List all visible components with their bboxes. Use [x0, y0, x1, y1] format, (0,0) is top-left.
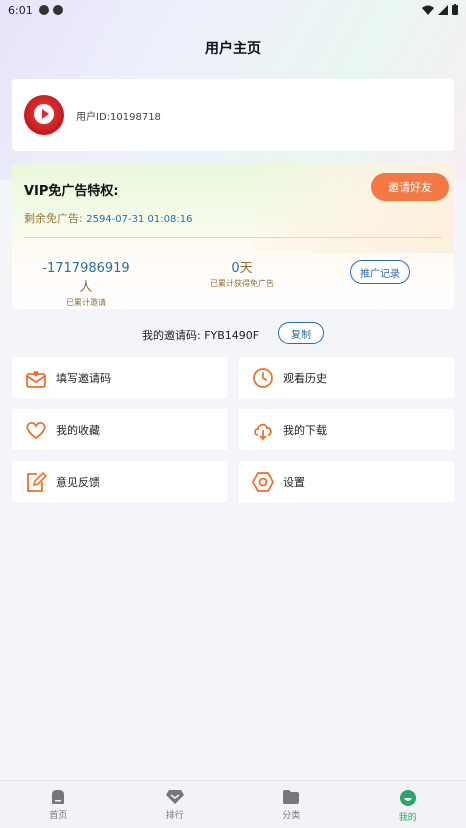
menu-label: 我的下载 [283, 423, 327, 437]
promotion-records-button[interactable]: 推广记录 [350, 260, 410, 284]
bottom-nav: 首页 排行 分类 我的 [0, 780, 466, 828]
wifi-icon [422, 5, 434, 15]
remaining-label: 剩余免广告: [24, 212, 83, 225]
days-unit: 天 [239, 261, 253, 276]
menu-label: 我的收藏 [56, 423, 100, 437]
play-icon [34, 104, 54, 124]
invite-code-text: 我的邀请码: FYB1490F [142, 327, 259, 343]
home-icon [52, 790, 65, 804]
folder-icon [283, 790, 300, 804]
nav-label: 我的 [398, 813, 417, 823]
status-indicators [422, 4, 458, 15]
nav-label: 分类 [282, 811, 301, 821]
cloud-download-icon [251, 418, 275, 442]
menu-settings[interactable]: 设置 [239, 461, 454, 502]
telegram-icon-2 [52, 5, 63, 15]
menu-label: 意见反馈 [56, 475, 100, 489]
diamond-icon [165, 790, 184, 804]
invite-friends-button[interactable]: 邀请好友 [371, 173, 449, 201]
copy-button[interactable]: 复制 [278, 322, 324, 344]
user-card[interactable]: 用户ID:10198718 [12, 79, 454, 151]
profile-icon [399, 790, 416, 806]
menu-enter-invite-code[interactable]: 填写邀请码 [12, 357, 227, 398]
battery-icon [452, 4, 458, 15]
vip-title: VIP免广告特权: [24, 184, 119, 199]
avatar[interactable] [24, 95, 64, 135]
invite-code-row: 我的邀请码: FYB1490F 复制 [0, 321, 466, 345]
clock-icon [251, 366, 275, 390]
user-id: 用户ID:10198718 [76, 111, 161, 123]
nav-home[interactable]: 首页 [0, 781, 117, 828]
menu-favorites[interactable]: 我的收藏 [12, 409, 227, 450]
edit-note-icon [24, 470, 48, 494]
signal-icon [438, 4, 448, 15]
invited-caption: 已累计邀请 [66, 298, 106, 307]
invite-code-label: 我的邀请码: [142, 329, 201, 342]
page-title: 用户主页 [205, 41, 261, 57]
invite-code-value: FYB1490F [204, 329, 260, 342]
menu-feedback[interactable]: 意见反馈 [12, 461, 227, 502]
invited-count: -1717986919 [42, 261, 130, 276]
vip-card: VIP免广告特权: 邀请好友 剩余免广告: 2594-07-31 01:08:1… [12, 163, 454, 309]
menu-downloads[interactable]: 我的下载 [239, 409, 454, 450]
menu-label: 观看历史 [283, 371, 327, 385]
invited-unit: 人 [79, 280, 93, 295]
invited-stat: -1717986919 人 已累计邀请 [36, 257, 136, 308]
nav-ranking[interactable]: 排行 [117, 781, 234, 828]
status-bar: 6:01 [0, 0, 466, 20]
menu-watch-history[interactable]: 观看历史 [239, 357, 454, 398]
menu-label: 填写邀请码 [56, 371, 111, 385]
nav-label: 排行 [165, 811, 184, 821]
nav-mine[interactable]: 我的 [350, 781, 466, 828]
days-count: 0 [231, 261, 240, 276]
telegram-icon [38, 5, 49, 15]
menu-label: 设置 [283, 475, 305, 489]
hexagon-settings-icon [251, 470, 275, 494]
remaining-ad-free: 剩余免广告: 2594-07-31 01:08:16 [24, 210, 192, 226]
envelope-heart-icon [24, 366, 48, 390]
nav-category[interactable]: 分类 [233, 781, 350, 828]
heart-icon [24, 418, 48, 442]
status-time: 6:01 [8, 3, 33, 17]
vip-divider [24, 237, 442, 238]
remaining-value: 2594-07-31 01:08:16 [86, 214, 193, 225]
days-stat: 0天 已累计获得免广告 [192, 257, 292, 289]
nav-label: 首页 [49, 811, 68, 821]
days-caption: 已累计获得免广告 [210, 279, 274, 288]
